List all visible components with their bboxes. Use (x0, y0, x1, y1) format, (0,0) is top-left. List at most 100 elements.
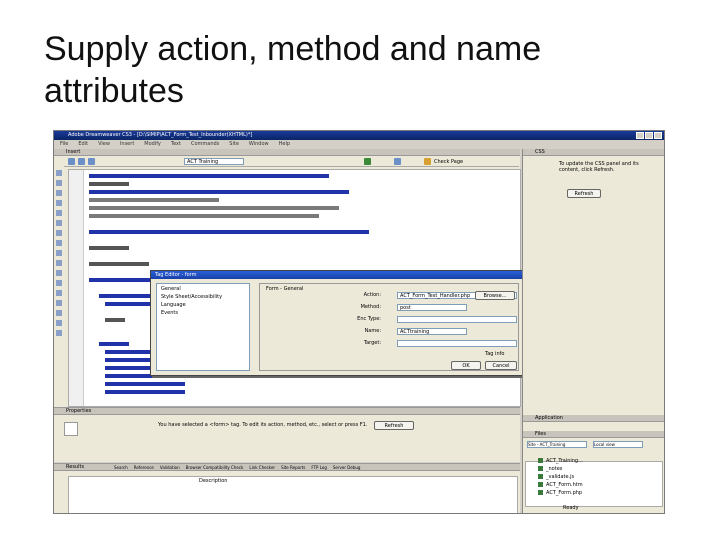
document-toolbar: ACT Training Check Page (64, 157, 519, 167)
description-column-header: Description (199, 478, 228, 484)
file-item[interactable]: _validate.js (538, 473, 662, 481)
maximize-button[interactable] (645, 132, 653, 139)
check-page-icon[interactable] (424, 158, 431, 165)
section-label: Form - General (266, 286, 304, 292)
tab-browser-compatibility[interactable]: Browser Compatibility Check (186, 465, 244, 471)
code-line (89, 198, 219, 202)
syntax-error-icon[interactable] (56, 250, 62, 256)
tab-ftp-log[interactable]: FTP Log (311, 465, 327, 471)
results-tabs: Search Reference Validation Browser Comp… (114, 465, 360, 471)
tag-info-toggle[interactable]: Tag info (485, 351, 504, 357)
format-source-icon[interactable] (56, 330, 62, 336)
title-field[interactable]: ACT Training (184, 158, 244, 165)
css-panel-header[interactable]: CSS (523, 149, 664, 156)
menu-edit[interactable]: Edit (78, 140, 88, 148)
browse-button[interactable]: Browse... (475, 291, 515, 300)
menu-text[interactable]: Text (171, 140, 181, 148)
results-panel: Results Search Reference Validation Brow… (54, 463, 520, 513)
code-line (89, 246, 129, 250)
form-tag-icon (64, 422, 78, 436)
enctype-label: Enc Type: (357, 316, 381, 322)
dreamweaver-screenshot: Adobe Dreamweaver CS3 - [D:\SIMIP\ACT_Fo… (53, 130, 665, 514)
file-item[interactable]: _notes (538, 465, 662, 473)
properties-panel: Properties You have selected a <form> ta… (54, 407, 520, 462)
tab-validation[interactable]: Validation (160, 465, 180, 471)
refresh-icon[interactable] (364, 158, 371, 165)
remove-comment-icon[interactable] (56, 270, 62, 276)
close-button[interactable] (654, 132, 662, 139)
category-general[interactable]: General (161, 286, 181, 292)
site-select[interactable]: Site - ACT_Training (527, 441, 587, 448)
design-view-icon[interactable] (88, 158, 95, 165)
view-select[interactable]: Local view (593, 441, 643, 448)
open-documents-icon[interactable] (56, 170, 62, 176)
line-numbers-icon[interactable] (56, 220, 62, 226)
tab-reference[interactable]: Reference (134, 465, 154, 471)
minimize-button[interactable] (636, 132, 644, 139)
code-view-icon[interactable] (68, 158, 75, 165)
menu-view[interactable]: View (98, 140, 110, 148)
recent-snippets-icon[interactable] (56, 290, 62, 296)
file-item[interactable]: ACT_Form.php (538, 489, 662, 497)
code-line (105, 390, 185, 394)
coding-toolbar (54, 167, 64, 407)
highlight-invalid-icon[interactable] (56, 230, 62, 236)
css-refresh-button[interactable]: Refresh (567, 189, 601, 198)
category-events[interactable]: Events (161, 310, 178, 316)
code-line (89, 214, 319, 218)
code-line (89, 262, 149, 266)
word-wrap-icon[interactable] (56, 240, 62, 246)
menu-insert[interactable]: Insert (120, 140, 134, 148)
enctype-select[interactable] (397, 316, 517, 323)
properties-header[interactable]: Properties (54, 408, 520, 415)
code-line (99, 342, 129, 346)
menu-window[interactable]: Window (249, 140, 269, 148)
tab-site-reports[interactable]: Site Reports (281, 465, 305, 471)
target-select[interactable] (397, 340, 517, 347)
file-item[interactable]: ACT_Form.htm (538, 481, 662, 489)
files-panel-header[interactable]: Files (523, 431, 664, 438)
menu-modify[interactable]: Modify (144, 140, 161, 148)
wrap-tag-icon[interactable] (56, 280, 62, 286)
menu-help[interactable]: Help (279, 140, 290, 148)
balance-braces-icon[interactable] (56, 210, 62, 216)
menu-file[interactable]: File (60, 140, 68, 148)
collapse-tag-icon[interactable] (56, 180, 62, 186)
ok-button[interactable]: OK (451, 361, 481, 370)
menu-site[interactable]: Site (229, 140, 239, 148)
method-select[interactable]: post (397, 304, 467, 311)
action-label: Action: (363, 292, 381, 298)
indent-icon[interactable] (56, 310, 62, 316)
select-parent-icon[interactable] (56, 200, 62, 206)
code-line (89, 190, 349, 194)
category-language[interactable]: Language (161, 302, 186, 308)
code-line (89, 278, 159, 282)
application-panel-header[interactable]: Application (523, 415, 664, 422)
css-message: To update the CSS panel and its content,… (559, 161, 639, 173)
tab-link-checker[interactable]: Link Checker (249, 465, 275, 471)
move-css-icon[interactable] (56, 300, 62, 306)
cancel-button[interactable]: Cancel (485, 361, 517, 370)
category-list: General Style Sheet/Accessibility Langua… (156, 283, 250, 371)
code-line (89, 174, 329, 178)
properties-refresh-button[interactable]: Refresh (374, 421, 414, 430)
code-line (89, 206, 339, 210)
line-number-gutter (69, 170, 84, 406)
outdent-icon[interactable] (56, 320, 62, 326)
apply-comment-icon[interactable] (56, 260, 62, 266)
name-input[interactable]: ACTtraining (397, 328, 467, 335)
category-style-sheet[interactable]: Style Sheet/Accessibility (161, 294, 222, 300)
tab-search[interactable]: Search (114, 465, 128, 471)
window-titlebar: Adobe Dreamweaver CS3 - [D:\SIMIP\ACT_Fo… (54, 131, 664, 140)
view-options-icon[interactable] (394, 158, 401, 165)
split-view-icon[interactable] (78, 158, 85, 165)
code-line (105, 382, 185, 386)
window-title: Adobe Dreamweaver CS3 - [D:\SIMIP\ACT_Fo… (68, 132, 253, 138)
check-page-label[interactable]: Check Page (434, 159, 463, 165)
expand-all-icon[interactable] (56, 190, 62, 196)
tab-server-debug[interactable]: Server Debug (333, 465, 361, 471)
file-item[interactable]: ACT_Training... (538, 457, 662, 465)
insert-panel-header[interactable]: Insert (54, 149, 520, 156)
code-line (105, 318, 125, 322)
menu-commands[interactable]: Commands (191, 140, 219, 148)
